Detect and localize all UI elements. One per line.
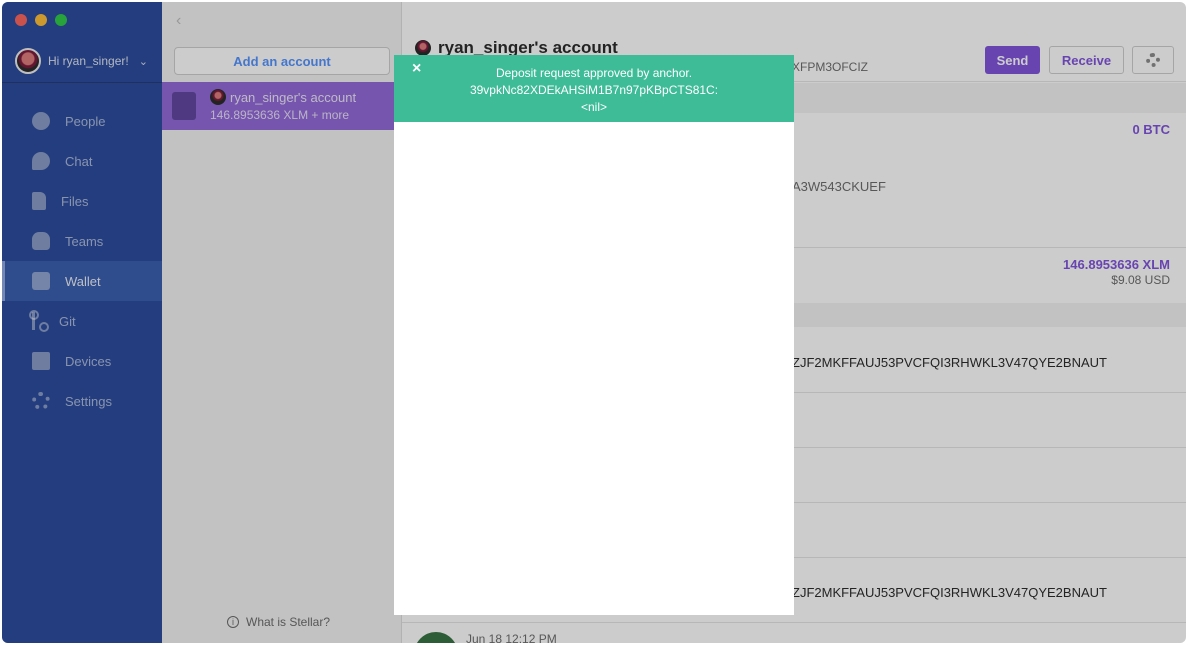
banner-account-id: 39vpkNc82XDEkAHSiM1B7n97pKBpCTS81C: <box>469 83 719 97</box>
success-banner: Deposit request approved by anchor. 39vp… <box>394 55 794 122</box>
close-banner-button[interactable]: × <box>412 60 421 78</box>
banner-detail: <nil> <box>580 100 608 114</box>
app-window: Hi ryan_singer! ⌄ People Chat Files Team… <box>2 2 1186 643</box>
banner-message: Deposit request approved by anchor. <box>495 66 693 80</box>
deposit-modal: Deposit request approved by anchor. 39vp… <box>394 55 794 615</box>
